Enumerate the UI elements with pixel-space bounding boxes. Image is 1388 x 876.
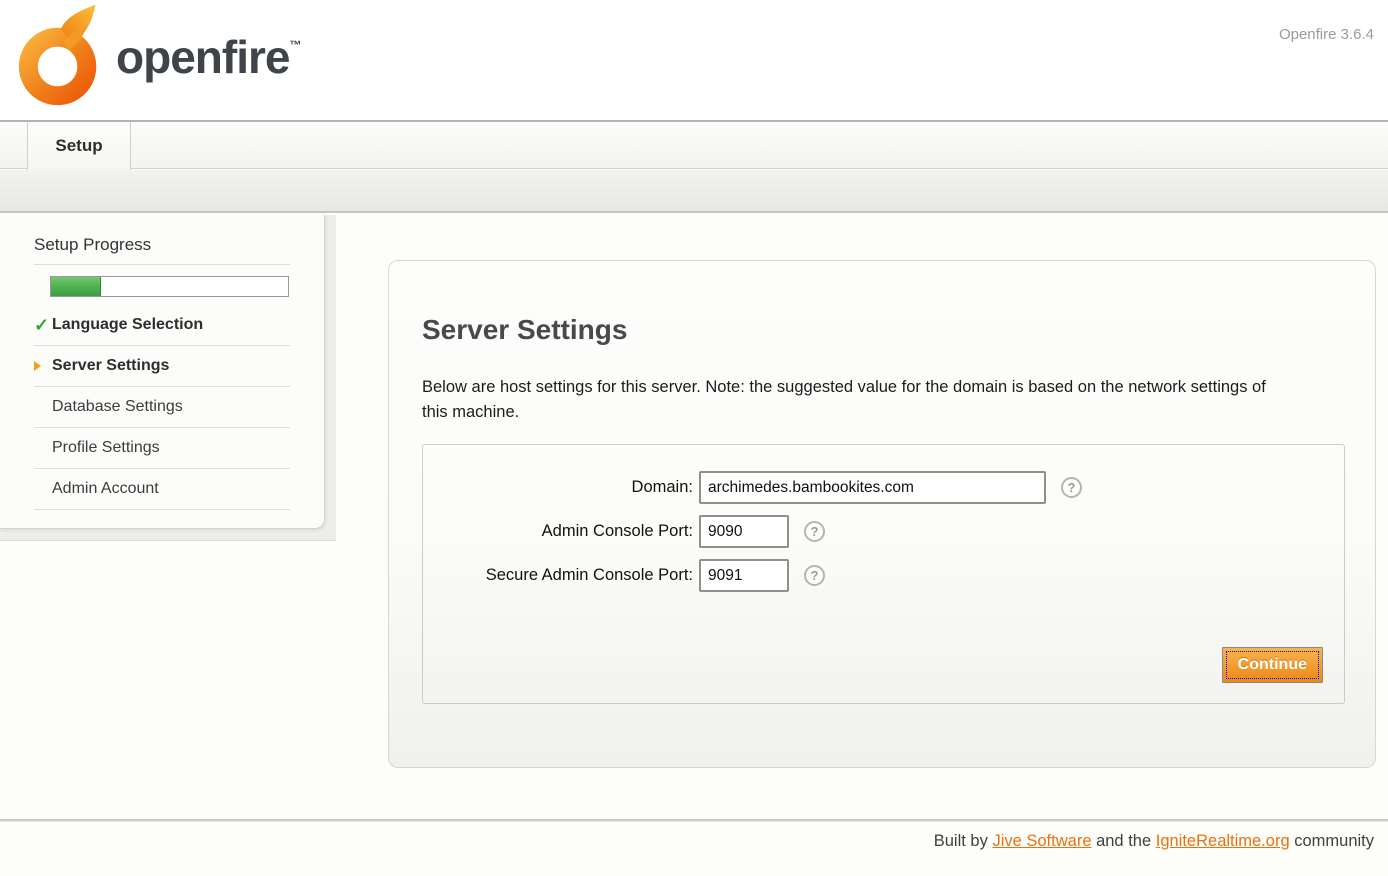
domain-label: Domain: [423,478,699,497]
setup-steps-list: ✓ Language Selection Server Settings Dat… [34,305,290,510]
domain-row: Domain: ? [423,471,1082,504]
progress-fill [51,277,101,296]
help-icon[interactable]: ? [804,521,825,542]
secure-admin-console-port-label: Secure Admin Console Port: [423,566,699,585]
main-content-panel: Server Settings Below are host settings … [388,260,1376,768]
trademark-symbol: ™ [289,38,301,52]
step-server-settings[interactable]: Server Settings [34,346,290,387]
server-settings-form: Domain: ? Admin Console Port: ? Secure A… [422,444,1345,704]
admin-console-port-input[interactable] [699,515,789,548]
version-label: Openfire 3.6.4 [1279,26,1374,43]
secure-port-row: Secure Admin Console Port: ? [423,559,825,592]
step-label: Profile Settings [52,439,160,457]
admin-console-port-label: Admin Console Port: [423,522,699,541]
footer-divider [0,819,1388,822]
jive-software-link[interactable]: Jive Software [992,832,1091,850]
domain-input[interactable] [699,471,1046,504]
footer-text-suffix: community [1290,832,1374,850]
tab-bar: Setup [0,120,1388,169]
step-language-selection[interactable]: ✓ Language Selection [34,305,290,346]
help-icon[interactable]: ? [1061,477,1082,498]
page-title: Server Settings [422,314,627,346]
page-description: Below are host settings for this server.… [422,375,1290,425]
tab-setup[interactable]: Setup [27,122,131,170]
progress-bar [50,276,289,297]
secure-admin-console-port-input[interactable] [699,559,789,592]
secondary-nav-bar [0,170,1388,213]
step-admin-account[interactable]: Admin Account [34,469,290,510]
step-label: Server Settings [52,357,169,375]
step-label: Language Selection [52,316,203,334]
admin-port-row: Admin Console Port: ? [423,515,825,548]
footer-text-middle: and the [1092,832,1156,850]
logo-wordmark: openfire [116,31,289,83]
check-icon: ✓ [34,315,49,336]
footer-credits: Built by Jive Software and the IgniteRea… [934,832,1374,851]
step-database-settings[interactable]: Database Settings [34,387,290,428]
help-icon[interactable]: ? [804,565,825,586]
openfire-logo: openfire™ [18,4,301,110]
igniterealtime-link[interactable]: IgniteRealtime.org [1156,832,1290,850]
continue-button[interactable]: Continue [1222,647,1323,683]
footer-text-prefix: Built by [934,832,993,850]
step-label: Admin Account [52,480,159,498]
current-step-arrow-icon [34,361,41,371]
setup-progress-panel: Setup Progress ✓ Language Selection Serv… [0,215,325,529]
openfire-flame-icon [18,4,104,110]
setup-progress-title: Setup Progress [34,235,290,265]
step-label: Database Settings [52,398,183,416]
step-profile-settings[interactable]: Profile Settings [34,428,290,469]
header: openfire™ Openfire 3.6.4 [0,0,1388,120]
